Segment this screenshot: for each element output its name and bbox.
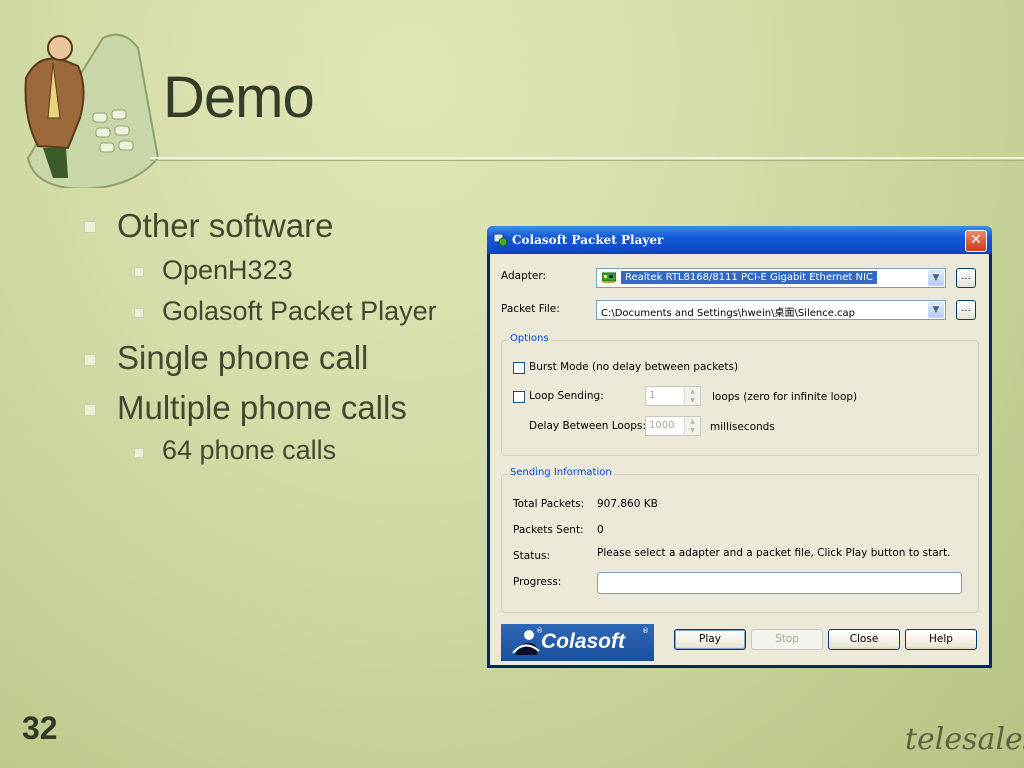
window-titlebar[interactable]: Colasoft Packet Player ✕ [487,226,992,254]
packet-file-browse-button[interactable]: ... [956,300,976,320]
registered-mark: ® [642,627,649,635]
phone-person-logo [8,18,168,190]
sub-bullet-marker [134,308,144,318]
chevron-down-icon[interactable]: ▼ [928,270,944,286]
window-client: Adapter: Realtek RTL8168/8111 PCI-E Giga… [490,254,989,665]
close-icon[interactable]: ✕ [965,230,987,252]
title-divider [150,157,1024,159]
spin-arrows-icon[interactable]: ▲ ▼ [684,417,700,435]
help-button[interactable]: Help [905,629,977,650]
packets-sent-label: Packets Sent: [513,524,584,536]
slide-title: Demo [163,65,315,130]
delay-label: Delay Between Loops: [529,420,646,432]
colasoft-logo: ® Colasoft ® [501,624,654,661]
burst-mode-label[interactable]: Burst Mode (no delay between packets) [529,361,738,373]
status-label: Status: [513,550,550,562]
bullet-item: Single phone call [117,339,369,376]
delay-unit: milliseconds [710,421,775,433]
total-packets-value: 907.860 KB [597,498,658,510]
spin-arrows-icon[interactable]: ▲ ▼ [684,387,700,405]
packet-file-value: C:\Documents and Settings\hwein\桌面\Silen… [601,308,856,319]
app-icon [493,232,508,247]
loops-spinner[interactable]: 1 ▲ ▼ [645,386,701,406]
stop-button[interactable]: Stop [751,629,823,650]
network-card-icon [601,272,617,283]
sub-bullet-item: Golasoft Packet Player [162,296,437,326]
sending-info-title: Sending Information [508,467,614,478]
sub-bullet-item: OpenH323 [162,255,293,285]
packets-sent-value: 0 [597,524,604,536]
bullet-marker [84,354,96,366]
title-divider-shadow [150,160,1024,161]
sending-info-group: Sending Information Total Packets: 907.8… [501,467,979,613]
packet-player-window: Colasoft Packet Player ✕ Adapter: Realte… [487,226,992,668]
sub-bullet-item: 64 phone calls [162,435,337,465]
window-title: Colasoft Packet Player [512,233,664,247]
adapter-label: Adapter: [501,270,547,282]
sub-bullet-marker [134,267,144,277]
total-packets-label: Total Packets: [513,498,585,510]
bullet-marker [84,221,96,233]
adapter-value: Realtek RTL8168/8111 PCI-E Gigabit Ether… [621,271,877,284]
progress-label: Progress: [513,576,562,588]
adapter-select[interactable]: Realtek RTL8168/8111 PCI-E Gigabit Ether… [596,268,946,288]
bullet-item: Multiple phone calls [117,389,407,426]
loops-hint: loops (zero for infinite loop) [712,391,858,403]
options-title: Options [508,333,551,344]
loop-sending-checkbox[interactable] [513,391,525,403]
chevron-down-icon[interactable]: ▼ [928,302,944,318]
bullet-marker [84,404,96,416]
burst-mode-checkbox[interactable] [513,362,525,374]
delay-value: 1000 [649,420,675,431]
loops-value: 1 [649,390,656,401]
packet-file-select[interactable]: C:\Documents and Settings\hwein\桌面\Silen… [596,300,946,320]
close-button[interactable]: Close [828,629,900,650]
page-number: 32 [22,710,58,746]
brand-wordmark: telesales [905,722,1024,757]
loop-sending-label[interactable]: Loop Sending: [529,390,604,402]
status-value: Please select a adapter and a packet fil… [597,547,951,559]
sub-bullet-marker [134,448,144,458]
delay-spinner[interactable]: 1000 ▲ ▼ [645,416,701,436]
adapter-browse-button[interactable]: ... [956,268,976,288]
colasoft-wordmark: Colasoft [541,630,625,653]
options-group: Options Burst Mode (no delay between pac… [501,333,979,456]
bullet-item: Other software [117,207,334,244]
play-button[interactable]: Play [674,629,746,650]
packet-file-label: Packet File: [501,303,560,315]
progress-bar [597,572,962,594]
